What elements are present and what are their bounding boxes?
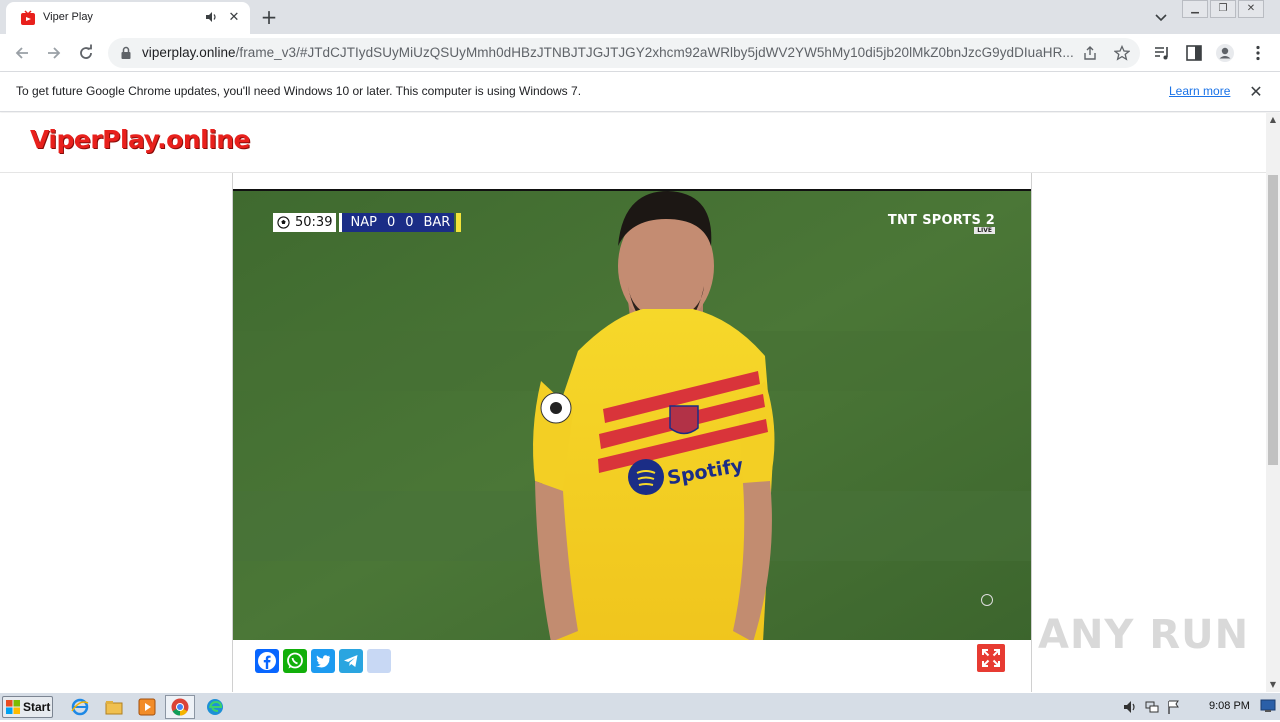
taskbar-clock[interactable]: 9:08 PM (1209, 700, 1250, 712)
profile-avatar-icon[interactable] (1215, 43, 1235, 63)
infobar-message: To get future Google Chrome updates, you… (16, 84, 582, 98)
live-tag: LIVE (974, 227, 995, 234)
scorebug-accent (456, 213, 462, 232)
system-tray (1122, 695, 1182, 719)
away-score: 0 (405, 215, 414, 230)
home-score: 0 (386, 215, 396, 230)
player-container: 50:39 NAP 0 0 BAR TNT SPORTS 2 LIVE Spot… (232, 173, 1032, 692)
broadcaster-prefix: TNT (887, 213, 918, 228)
learn-more-link[interactable]: Learn more (1169, 84, 1230, 98)
fullscreen-button[interactable] (977, 644, 1005, 672)
network-icon[interactable] (1144, 699, 1160, 715)
away-team: BAR (423, 215, 451, 230)
close-window-button[interactable]: ✕ (1238, 0, 1264, 18)
side-panel-icon[interactable] (1184, 43, 1204, 63)
viperplay-favicon-icon (21, 10, 35, 25)
audio-playing-icon[interactable] (204, 10, 218, 24)
facebook-icon[interactable] (255, 649, 279, 673)
twitter-icon[interactable] (311, 649, 335, 673)
telegram-icon[interactable] (339, 649, 363, 673)
windows-taskbar: Start 9:08 PM (0, 692, 1280, 720)
chrome-icon (171, 698, 189, 716)
media-controls-icon[interactable] (1152, 43, 1172, 63)
whatsapp-icon[interactable] (283, 649, 307, 673)
tab-strip: Viper Play ✕ + ▁ ❐ ✕ (0, 0, 1280, 34)
video-player[interactable]: 50:39 NAP 0 0 BAR TNT SPORTS 2 LIVE Spot… (233, 189, 1031, 640)
broadcaster-name: SPORTS 2 (922, 213, 995, 228)
address-bar[interactable]: viperplay.online/frame_v3/#JTdCJTIydSUyM… (108, 38, 1140, 68)
url-text[interactable]: viperplay.online/frame_v3/#JTdCJTIydSUyM… (142, 45, 1082, 60)
scroll-up-icon[interactable]: ▲ (1266, 113, 1280, 127)
broadcaster-logo: TNT SPORTS 2 LIVE (887, 209, 995, 234)
page-viewport: ViperPlay.online 50:39 NAP 0 0 BAR TNT S… (0, 113, 1266, 692)
score-panel: NAP 0 0 BAR (339, 213, 455, 232)
page-scrollbar[interactable]: ▲ ▼ (1266, 113, 1280, 692)
edge-icon[interactable] (205, 697, 225, 717)
tab-search-chevron-icon[interactable] (1152, 8, 1170, 26)
restore-button[interactable]: ❐ (1210, 0, 1236, 18)
file-explorer-icon[interactable] (104, 697, 124, 717)
anyrun-watermark: ANY RUN (1038, 612, 1250, 658)
match-clock-text: 50:39 (295, 215, 333, 230)
chrome-taskbar-button[interactable] (165, 695, 195, 719)
bookmark-star-icon[interactable] (1114, 45, 1130, 61)
share-bar (255, 649, 391, 673)
site-header: ViperPlay.online (0, 113, 1266, 173)
browser-tab[interactable]: Viper Play ✕ (6, 2, 250, 34)
start-button[interactable]: Start (2, 696, 53, 718)
new-tab-button[interactable]: + (258, 6, 280, 28)
site-logo[interactable]: ViperPlay.online (30, 125, 251, 154)
home-team: NAP (350, 215, 377, 230)
scroll-thumb[interactable] (1268, 175, 1278, 465)
windows-logo-icon (6, 700, 20, 714)
internet-explorer-icon[interactable] (70, 697, 90, 717)
expand-icon (982, 649, 1000, 667)
loading-circle-icon (981, 594, 993, 606)
scroll-down-icon[interactable]: ▼ (1266, 678, 1280, 692)
tab-title: Viper Play (43, 11, 93, 23)
reload-icon[interactable] (76, 43, 96, 63)
window-controls: ▁ ❐ ✕ (1182, 0, 1272, 18)
more-share-icon[interactable] (367, 649, 391, 673)
volume-icon[interactable] (1122, 699, 1138, 715)
start-label: Start (23, 700, 51, 714)
video-frame (233, 191, 1031, 640)
match-clock: 50:39 (273, 213, 337, 232)
browser-toolbar: viperplay.online/frame_v3/#JTdCJTIydSUyM… (0, 34, 1280, 72)
show-desktop-icon[interactable] (1260, 699, 1276, 713)
chrome-menu-icon[interactable] (1248, 43, 1268, 63)
media-player-icon[interactable] (137, 697, 157, 717)
share-page-icon[interactable] (1082, 45, 1098, 61)
lock-icon[interactable] (120, 46, 132, 60)
update-infobar: To get future Google Chrome updates, you… (0, 72, 1280, 112)
action-center-flag-icon[interactable] (1166, 699, 1182, 715)
scorebug: 50:39 NAP 0 0 BAR (273, 213, 462, 232)
tab-close-icon[interactable]: ✕ (226, 10, 242, 26)
back-arrow-icon[interactable] (12, 43, 32, 63)
minimize-button[interactable]: ▁ (1182, 0, 1208, 18)
forward-arrow-icon[interactable] (44, 43, 64, 63)
infobar-close-icon[interactable]: ✕ (1247, 83, 1265, 101)
football-icon (277, 216, 290, 229)
